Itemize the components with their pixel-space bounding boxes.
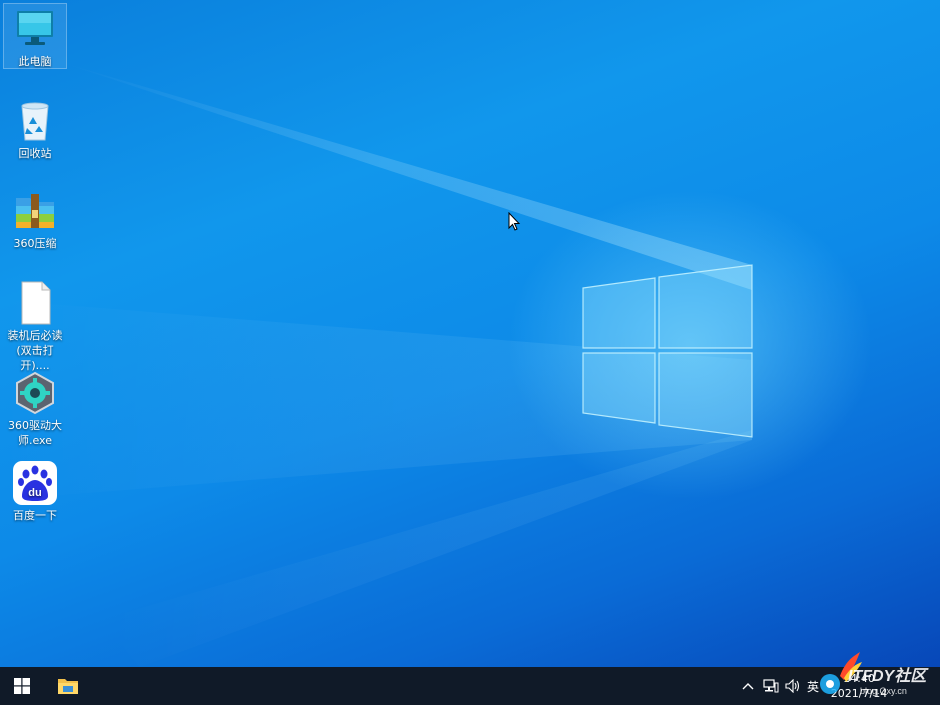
desktop-icon-360-zip[interactable]: 360压缩 bbox=[4, 186, 66, 251]
volume-icon bbox=[785, 679, 800, 693]
watermark-logo: ITFDY社区 blog.Oxy.cn bbox=[820, 652, 929, 696]
archive-icon bbox=[16, 194, 54, 228]
desktop-icon-recycle-bin[interactable]: 回收站 bbox=[4, 96, 66, 161]
tray-show-hidden-icons[interactable] bbox=[738, 667, 758, 705]
network-icon bbox=[763, 679, 779, 693]
desktop-icon-label: 360压缩 bbox=[13, 237, 57, 250]
computer-icon bbox=[17, 11, 53, 45]
file-explorer-icon bbox=[58, 679, 78, 694]
desktop-icon-label: 百度一下 bbox=[13, 509, 57, 522]
watermark-brand: ITFDY社区 bbox=[848, 667, 929, 685]
wallpaper-light-beams bbox=[0, 62, 752, 667]
tray-network[interactable] bbox=[760, 667, 782, 705]
svg-text:du: du bbox=[28, 487, 41, 499]
desktop-icon-readme[interactable]: 装机后必读(双击打开).... bbox=[4, 278, 66, 373]
desktop-icon-label: 360驱动大师.exe bbox=[8, 419, 62, 447]
desktop-icon-label: 此电脑 bbox=[18, 55, 52, 68]
mouse-cursor-icon bbox=[508, 212, 521, 231]
watermark: ITFDY社区 blog.Oxy.cn bbox=[816, 646, 936, 702]
desktop-icon-label: 装机后必读(双击打开).... bbox=[7, 329, 63, 372]
windows-logo-icon bbox=[14, 678, 30, 694]
start-button[interactable] bbox=[0, 667, 44, 705]
chevron-up-icon bbox=[742, 683, 754, 690]
watermark-url: blog.Oxy.cn bbox=[860, 686, 907, 696]
desktop-icon-baidu[interactable]: du 百度一下 bbox=[4, 458, 66, 523]
tray-volume[interactable] bbox=[782, 667, 804, 705]
desktop-icon-this-pc[interactable]: 此电脑 bbox=[3, 3, 67, 69]
driver-gear-icon bbox=[16, 371, 54, 415]
recycle-bin-icon bbox=[21, 102, 49, 141]
desktop-background[interactable]: 此电脑 回收站 360压缩 装机后必读(双击打开).... 360驱动大师.ex… bbox=[0, 0, 940, 667]
wallpaper-windows-logo bbox=[582, 264, 753, 438]
desktop-icon-label: 回收站 bbox=[18, 147, 52, 160]
taskbar-file-explorer-button[interactable] bbox=[46, 667, 90, 705]
taskbar: 英 14:40 2021/7/14 bbox=[0, 667, 940, 705]
document-icon bbox=[21, 281, 51, 325]
baidu-paw-icon: du bbox=[13, 461, 57, 505]
desktop-icon-360-driver[interactable]: 360驱动大师.exe bbox=[4, 368, 66, 448]
